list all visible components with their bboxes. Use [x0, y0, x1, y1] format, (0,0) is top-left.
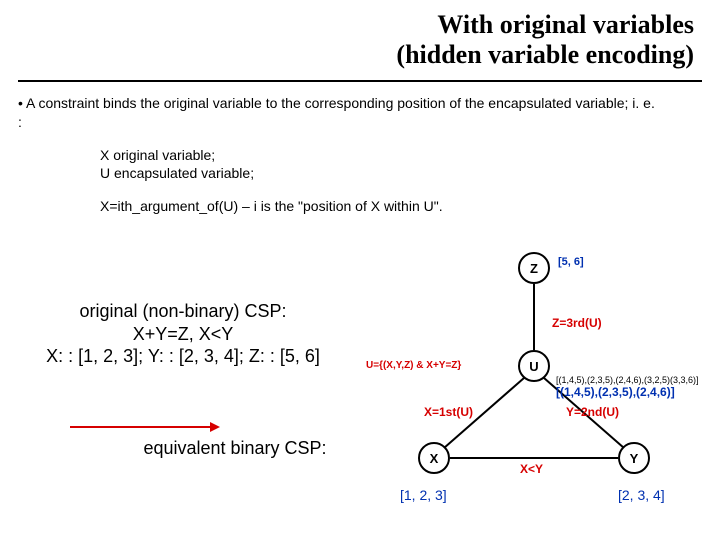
u-definition-label: U={(X,Y,Z) & X+Y=Z} — [366, 360, 461, 371]
z-domain-label: [5, 6] — [558, 256, 584, 268]
x-domain-label: [1, 2, 3] — [400, 487, 447, 503]
constraint-graph: Z U X Y [5, 6] Z=3rd(U) U={(X,Y,Z) & X+Y… — [368, 252, 708, 512]
title-line1: With original variables — [396, 10, 694, 40]
csp-caption: original (non-binary) CSP: — [28, 300, 338, 323]
node-z-label: Z — [530, 261, 538, 276]
y-domain-label: [2, 3, 4] — [618, 487, 665, 503]
edge-z-u-label: Z=3rd(U) — [552, 316, 602, 330]
node-x: X — [418, 442, 450, 474]
title-line2: (hidden variable encoding) — [396, 40, 694, 70]
def-u: U encapsulated variable; — [100, 164, 254, 182]
slide-title: With original variables (hidden variable… — [396, 10, 694, 70]
title-underline — [18, 80, 702, 82]
edge-u-x-label: X=1st(U) — [424, 405, 473, 419]
original-csp-block: original (non-binary) CSP: X+Y=Z, X<Y X:… — [28, 300, 338, 368]
csp-domains: X: : [1, 2, 3]; Y: : [2, 3, 4]; Z: : [5,… — [28, 345, 338, 368]
edge-u-y-label: Y=2nd(U) — [566, 405, 619, 419]
node-u-label: U — [529, 359, 538, 374]
node-y-label: Y — [630, 451, 639, 466]
intro-bullet: • A constraint binds the original variab… — [18, 94, 658, 132]
node-x-label: X — [430, 451, 439, 466]
intro-definitions: X original variable; U encapsulated vari… — [100, 146, 254, 182]
node-y: Y — [618, 442, 650, 474]
u-tuples-short: [(1,4,5),(2,3,5),(2,4,6)] — [556, 385, 675, 399]
def-x: X original variable; — [100, 146, 254, 164]
intro-rule: X=ith_argument_of(U) – i is the "positio… — [100, 198, 443, 214]
node-z: Z — [518, 252, 550, 284]
csp-constraints: X+Y=Z, X<Y — [28, 323, 338, 346]
u-tuples-full: [(1,4,5),(2,3,5),(2,4,6),(3,2,5)(3,3,6)] — [556, 375, 699, 385]
edge-x-y-label: X<Y — [520, 462, 543, 476]
arrow-icon — [70, 420, 220, 434]
equivalent-csp-label: equivalent binary CSP: — [125, 438, 345, 459]
u-tuples-label: [(1,4,5),(2,3,5),(2,4,6),(3,2,5)(3,3,6)]… — [556, 375, 699, 399]
node-u: U — [518, 350, 550, 382]
